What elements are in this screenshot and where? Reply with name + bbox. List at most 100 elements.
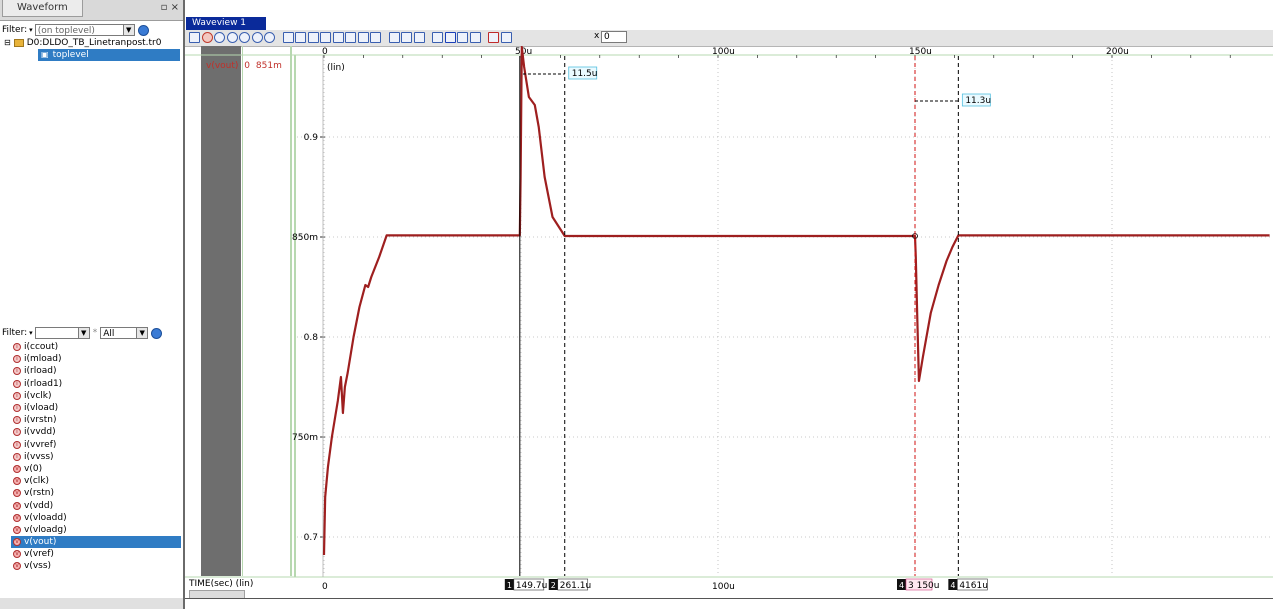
panel-window-buttons[interactable]: ▫ ×: [161, 2, 179, 13]
signal-list-item[interactable]: v v(clk): [11, 475, 181, 487]
chevron-down-icon[interactable]: ▼: [136, 328, 148, 338]
current-signal-icon: i: [13, 391, 21, 400]
settings-icon[interactable]: [500, 32, 512, 43]
x-tick-label-top: 150u: [909, 47, 932, 57]
copy-icon[interactable]: [457, 32, 468, 43]
cursor-number: 1: [507, 581, 512, 590]
zoom-x-icon[interactable]: [239, 32, 250, 43]
signal-list-label: i(vrstn): [24, 415, 57, 426]
cursor-value: 4161u: [959, 581, 988, 591]
y-tick-label: 850m: [292, 233, 318, 243]
x-tick-label-top: 0: [322, 47, 328, 57]
signal-list-item[interactable]: i i(vvref): [11, 439, 181, 451]
signal-list-label: i(vvref): [24, 439, 57, 450]
voltage-signal-icon: v: [13, 464, 21, 473]
collapse-icon[interactable]: ⊟: [4, 37, 11, 49]
signal-list-label: v(0): [24, 463, 43, 474]
voltage-signal-icon: v: [13, 550, 21, 559]
signal-list-item[interactable]: v v(vref): [11, 548, 181, 560]
delta-label: 11.5u: [572, 69, 598, 79]
chevron-down-icon[interactable]: ▼: [77, 328, 89, 338]
erase-icon[interactable]: [488, 32, 499, 43]
signal-filter-row: Filter: ▾ ▼ * All ▼: [0, 325, 183, 341]
tab-waveform[interactable]: Waveform: [2, 0, 83, 17]
signal-list-item[interactable]: v v(vloadd): [11, 512, 181, 524]
filter-star-icon[interactable]: *: [93, 328, 98, 338]
prev-icon[interactable]: [388, 32, 400, 43]
hierarchy-filter-input[interactable]: (on toplevel) ▼: [34, 24, 135, 36]
tree-toplevel-label: toplevel: [52, 50, 89, 60]
signal-list-item[interactable]: v v(0): [11, 463, 181, 475]
folder-icon: [13, 39, 24, 47]
next-icon[interactable]: [401, 32, 412, 43]
filter-dropdown-icon[interactable]: ▾: [29, 329, 33, 337]
tree-item-file[interactable]: ⊟ D0:DLDO_TB_Linetranpost.tr0: [4, 37, 180, 49]
analog-icon[interactable]: [370, 32, 381, 43]
signal-list-item[interactable]: i i(ccout): [11, 341, 181, 353]
current-signal-icon: i: [13, 343, 21, 352]
signal-list-item[interactable]: i i(rload1): [11, 378, 181, 390]
cursor-number: 4: [950, 581, 955, 590]
signal-list-item[interactable]: i i(mload): [11, 353, 181, 365]
signal-list-item[interactable]: i i(vvdd): [11, 426, 181, 438]
wave-icon[interactable]: [357, 32, 369, 43]
signal-scope-select[interactable]: All ▼: [100, 327, 149, 339]
cursor-icon[interactable]: [282, 32, 294, 43]
tree-file-label: D0:DLDO_TB_Linetranpost.tr0: [26, 38, 162, 48]
fit-icon[interactable]: [432, 32, 443, 43]
voltage-signal-icon: v: [13, 562, 21, 571]
time-axis-label: TIME(sec) (lin): [189, 579, 254, 589]
signal-list-item[interactable]: v v(vout): [11, 536, 181, 549]
hierarchy-tree: ⊟ D0:DLDO_TB_Linetranpost.tr0 ▣ toplevel: [2, 37, 180, 61]
signal-list-label: v(vloadg): [24, 524, 67, 535]
go-icon[interactable]: [151, 327, 163, 339]
signal-filter-input[interactable]: ▼: [34, 327, 90, 339]
zoom-box-icon[interactable]: [264, 32, 275, 43]
signal-list-label: i(ccout): [24, 342, 59, 353]
digital-icon[interactable]: [332, 32, 344, 43]
y-tick-label: 0.7: [304, 533, 318, 543]
voltage-signal-icon: v: [13, 525, 21, 534]
bus-icon[interactable]: [345, 32, 356, 43]
zoom-fit-icon[interactable]: [201, 32, 213, 43]
zoom-y-icon[interactable]: [251, 32, 263, 43]
current-signal-icon: i: [13, 379, 21, 388]
waveview-toolbar: [185, 30, 1273, 47]
current-signal-icon: i: [13, 367, 21, 376]
signal-list-item[interactable]: v v(vss): [11, 560, 181, 572]
vout-trace[interactable]: [322, 46, 1270, 556]
scroll-left-icon[interactable]: [189, 32, 200, 43]
delete-icon[interactable]: [444, 32, 456, 43]
waveform-plot[interactable]: 0.9850m0.8750m0.7(lin)0 50u 100u 150u 200u0 1…: [185, 46, 1273, 598]
tree-item-toplevel[interactable]: ▣ toplevel: [38, 49, 180, 61]
tab-waveview-1[interactable]: Waveview 1: [186, 17, 266, 30]
go-icon[interactable]: [137, 24, 149, 36]
waveform-panel: Waveform ▫ × Filter: ▾ (on toplevel) ▼ ⊟…: [0, 0, 185, 609]
signal-list-item[interactable]: v v(vloadg): [11, 524, 181, 536]
voltage-signal-icon: v: [13, 501, 21, 510]
signal-list-label: i(mload): [24, 354, 62, 365]
voltage-signal-icon: v: [13, 513, 21, 522]
signal-list-item[interactable]: i i(vvss): [11, 451, 181, 463]
zoom-out-icon[interactable]: [226, 32, 238, 43]
signal-list-item[interactable]: i i(vload): [11, 402, 181, 414]
zoom-in-icon[interactable]: [214, 32, 225, 43]
x-position-input[interactable]: 0: [601, 31, 627, 43]
chevron-down-icon[interactable]: ▼: [122, 25, 134, 35]
paste-icon[interactable]: [469, 32, 481, 43]
signal-list-item[interactable]: i i(vclk): [11, 390, 181, 402]
measure-icon[interactable]: [320, 32, 331, 43]
grid-icon[interactable]: [295, 32, 306, 43]
signal-list-label: i(vvdd): [24, 427, 56, 438]
filter-dropdown-icon[interactable]: ▾: [29, 26, 33, 34]
marker-icon[interactable]: [307, 32, 319, 43]
signal-list-item[interactable]: v v(rstn): [11, 487, 181, 499]
current-signal-icon: i: [13, 404, 21, 413]
x-tick-label-top: 200u: [1106, 47, 1129, 57]
signal-list-item[interactable]: v v(vdd): [11, 499, 181, 511]
current-signal-icon: i: [13, 452, 21, 461]
signal-list-item[interactable]: i i(vrstn): [11, 414, 181, 426]
signal-list-item[interactable]: i i(rload): [11, 365, 181, 377]
signal-list-label: v(clk): [24, 476, 50, 487]
edge-icon[interactable]: [413, 32, 425, 43]
